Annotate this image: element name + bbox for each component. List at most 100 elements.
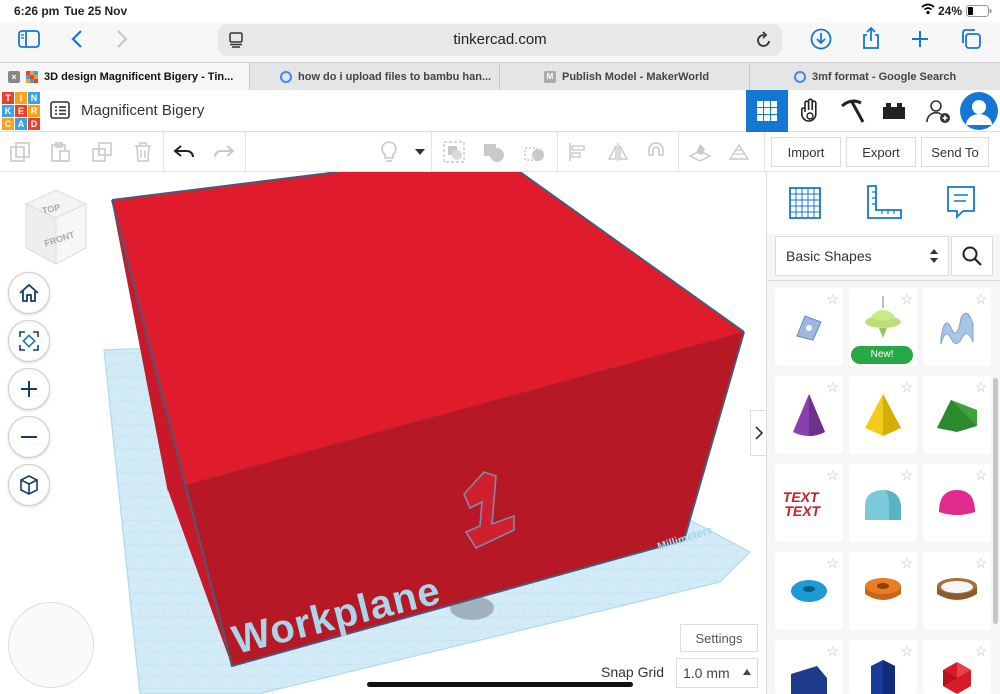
shape-cell[interactable]: ☆ New! xyxy=(849,288,917,366)
home-view-button[interactable] xyxy=(8,272,50,314)
battery-percent: 24% xyxy=(938,4,963,18)
star-icon[interactable]: ☆ xyxy=(974,556,987,570)
snap-grid-select[interactable]: 1.0 mm xyxy=(676,658,758,688)
shape-cell[interactable]: ☆ xyxy=(849,464,917,542)
design-list-icon[interactable] xyxy=(50,101,70,119)
star-icon[interactable]: ☆ xyxy=(974,380,987,394)
copy-button[interactable] xyxy=(6,138,34,166)
shape-cell[interactable]: ☆ xyxy=(775,288,843,366)
export-button[interactable]: Export xyxy=(846,137,916,167)
workplane-button[interactable] xyxy=(686,138,714,166)
search-shapes-button[interactable] xyxy=(951,236,993,276)
ruler-tool-button[interactable] xyxy=(865,184,903,220)
star-icon[interactable]: ☆ xyxy=(900,644,913,658)
share-icon[interactable] xyxy=(861,26,881,50)
notes-dropdown[interactable] xyxy=(406,138,434,166)
shape-cell[interactable]: ☆ xyxy=(849,552,917,630)
shape-cell[interactable]: ☆ xyxy=(849,640,917,694)
home-icon xyxy=(18,283,40,303)
logo-letter: K xyxy=(2,105,14,117)
group-button[interactable] xyxy=(440,138,468,166)
brick-icon xyxy=(882,102,906,120)
star-icon[interactable]: ☆ xyxy=(900,556,913,570)
send-to-button[interactable]: Send To xyxy=(921,137,989,167)
star-icon[interactable]: ☆ xyxy=(974,292,987,306)
reload-icon[interactable] xyxy=(756,31,772,49)
ruler-button[interactable] xyxy=(725,138,753,166)
forward-icon[interactable] xyxy=(116,30,128,48)
star-icon[interactable]: ☆ xyxy=(826,468,839,482)
downloads-icon[interactable] xyxy=(810,28,832,50)
sim-lab-button[interactable] xyxy=(789,90,831,132)
shape-cell[interactable]: ☆ xyxy=(849,376,917,454)
star-icon[interactable]: ☆ xyxy=(974,468,987,482)
shape-cell[interactable]: ☆ xyxy=(775,640,843,694)
tab-google-bambu[interactable]: how do i upload files to bambu han... xyxy=(250,63,500,91)
cut-shape-button[interactable] xyxy=(521,138,549,166)
google-icon xyxy=(794,71,806,83)
redo-button[interactable] xyxy=(210,138,238,166)
undo-button[interactable] xyxy=(170,138,198,166)
bricks-button[interactable] xyxy=(873,90,915,132)
shape-cell[interactable]: ☆ xyxy=(923,288,991,366)
shape-cell[interactable]: ☆ xyxy=(923,376,991,454)
caret-up-icon xyxy=(743,669,751,675)
zoom-out-button[interactable] xyxy=(8,416,50,458)
tab-tinkercad[interactable]: × 3D design Magnificent Bigery - Tin... xyxy=(0,63,250,91)
logo-letter: D xyxy=(28,118,40,130)
torus-icon xyxy=(791,580,827,602)
group-icon xyxy=(442,140,466,164)
star-icon[interactable]: ☆ xyxy=(826,292,839,306)
shape-cell[interactable]: ☆ xyxy=(923,640,991,694)
shape-cell[interactable]: ☆ TEXT TEXT xyxy=(775,464,843,542)
fit-view-icon xyxy=(18,330,40,352)
workplane-tool-button[interactable] xyxy=(787,184,823,220)
shape-category-select[interactable]: Basic Shapes xyxy=(775,236,949,276)
cruise-button[interactable] xyxy=(642,138,670,166)
ungroup-button[interactable] xyxy=(480,138,508,166)
shape-grid: ☆ ☆ New! ☆ ☆ ☆ ☆ ☆ TEXTTEXT ☆ ☆ ☆ ☆ ☆ ☆ xyxy=(775,288,995,694)
roof-icon xyxy=(937,400,977,432)
3d-viewport[interactable]: Workplane Millimeters TOP FRONT Settings… xyxy=(0,172,766,694)
shape-cell[interactable]: ☆ xyxy=(775,552,843,630)
notes-tool-button[interactable] xyxy=(945,184,977,220)
tab-overview-icon[interactable] xyxy=(960,28,982,50)
perspective-button[interactable] xyxy=(8,464,50,506)
design-title[interactable]: Magnificent Bigery xyxy=(81,102,204,119)
notes-button[interactable] xyxy=(375,138,403,166)
zoom-in-button[interactable] xyxy=(8,368,50,410)
address-bar[interactable]: tinkercad.com xyxy=(218,24,782,56)
star-icon[interactable]: ☆ xyxy=(974,644,987,658)
shape-cell[interactable]: ☆ xyxy=(775,376,843,454)
sidebar-toggle-icon[interactable] xyxy=(18,30,40,48)
star-icon[interactable]: ☆ xyxy=(900,468,913,482)
invite-button[interactable] xyxy=(917,90,959,132)
cube-outline-icon xyxy=(18,474,40,496)
orbit-control[interactable] xyxy=(8,602,94,688)
align-button[interactable] xyxy=(564,138,592,166)
3d-view-button[interactable] xyxy=(746,90,788,132)
paste-button[interactable] xyxy=(46,138,74,166)
delete-button[interactable] xyxy=(129,138,157,166)
magnet-icon xyxy=(645,141,667,163)
view-cube[interactable]: TOP FRONT xyxy=(22,190,88,266)
collapse-panel-button[interactable] xyxy=(750,410,766,456)
shape-cell[interactable]: ☆ xyxy=(923,552,991,630)
tab-3mf-search[interactable]: 3mf format - Google Search xyxy=(750,63,1000,91)
close-tab-icon[interactable]: × xyxy=(8,71,20,83)
tinkercad-logo[interactable]: T I N K E R C A D xyxy=(2,92,40,130)
import-button[interactable]: Import xyxy=(771,137,841,167)
blocks-button[interactable] xyxy=(831,90,873,132)
star-icon[interactable]: ☆ xyxy=(826,644,839,658)
fit-view-button[interactable] xyxy=(8,320,50,362)
divider xyxy=(764,132,765,172)
tab-makerworld[interactable]: M Publish Model - MakerWorld xyxy=(500,63,750,91)
star-icon[interactable]: ☆ xyxy=(826,556,839,570)
duplicate-button[interactable] xyxy=(88,138,116,166)
mirror-button[interactable] xyxy=(604,138,632,166)
new-tab-icon[interactable] xyxy=(910,29,930,49)
back-icon[interactable] xyxy=(71,30,83,48)
settings-button[interactable]: Settings xyxy=(680,624,758,652)
avatar[interactable] xyxy=(960,92,998,130)
shape-cell[interactable]: ☆ xyxy=(923,464,991,542)
